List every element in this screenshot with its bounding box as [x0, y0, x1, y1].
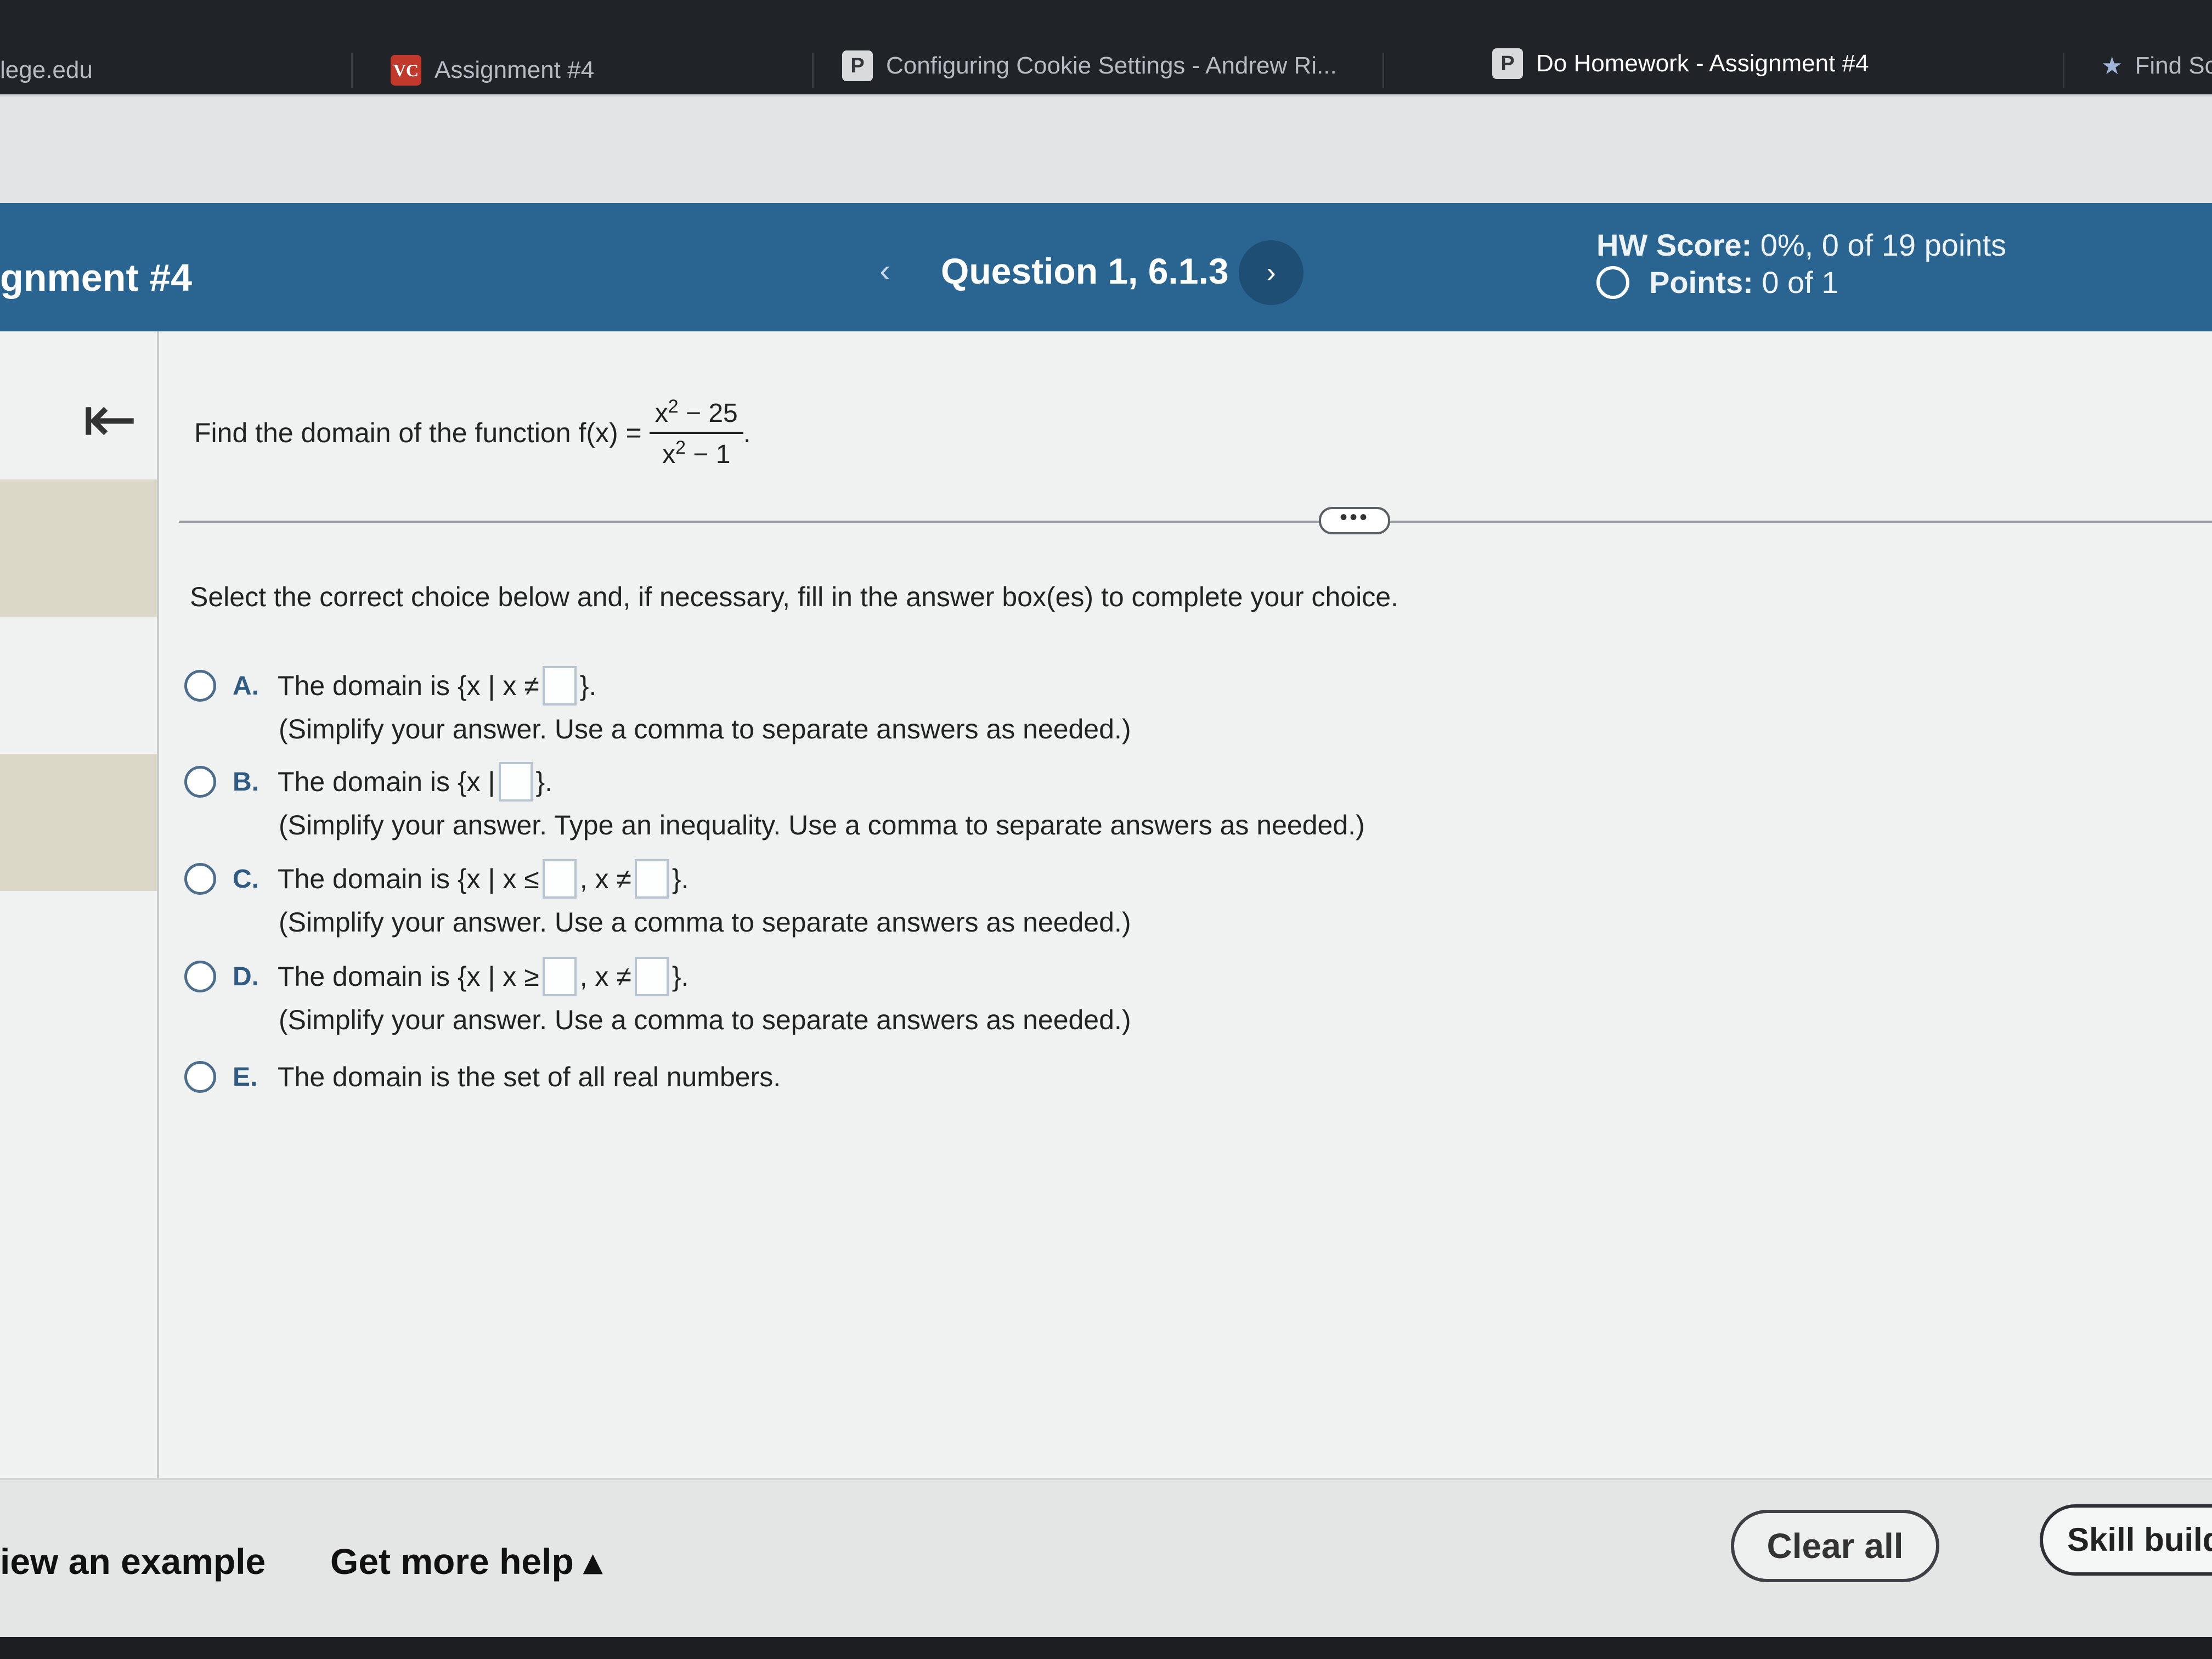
browser-tab-do-homework[interactable]: P Do Homework - Assignment #4 [1492, 36, 1869, 91]
set-notation-mid: , x ≠ [579, 961, 631, 992]
radio-button-a[interactable] [184, 670, 216, 702]
screen-bezel [0, 1637, 2212, 1659]
get-more-help-button[interactable]: Get more help ▴ [330, 1541, 602, 1583]
side-tab [0, 754, 157, 891]
choice-hint: (Simplify your answer. Use a comma to se… [279, 1005, 1131, 1035]
choice-letter: C. [233, 864, 259, 894]
browser-tab-bar: lege.edu VC Assignment #4 P Configuring … [0, 0, 2212, 99]
choice-b[interactable]: B. The domain is {x | }. (Simplify your … [184, 762, 1365, 841]
vc-logo-icon: VC [391, 55, 421, 86]
answer-box[interactable] [634, 957, 669, 996]
choice-text: The domain is [278, 670, 450, 701]
prompt-text: Find the domain of the function f(x) = [194, 417, 642, 448]
assignment-header: gnment #4 ‹ Question 1, 6.1.3 › HW Score… [0, 203, 2212, 331]
prompt-period: . [743, 417, 751, 448]
radio-button-e[interactable] [184, 1061, 216, 1093]
collapse-panel-icon[interactable]: ⇤ [82, 386, 138, 452]
choice-c[interactable]: C. The domain is {x | x ≤ , x ≠ }. (Simp… [184, 859, 1131, 938]
hw-score-label: HW Score: [1596, 228, 1752, 262]
tab-label: lege.edu [0, 57, 93, 83]
answer-box[interactable] [542, 666, 577, 706]
hw-score: HW Score: 0%, 0 of 19 points [1596, 227, 2006, 263]
choice-text: The domain is the set of all real number… [278, 1062, 781, 1092]
function-fraction: x2 − 25 x2 − 1 [649, 396, 743, 470]
hw-score-value: 0%, 0 of 19 points [1760, 228, 2007, 262]
choice-text: The domain is [278, 766, 450, 797]
page-top-band [0, 94, 2212, 204]
set-notation-close: }. [535, 766, 553, 797]
next-question-button[interactable]: › [1239, 240, 1304, 305]
choice-letter: E. [233, 1062, 258, 1092]
section-divider [179, 521, 2212, 523]
tab-separator [351, 53, 353, 88]
side-tab [0, 479, 157, 617]
choice-text: The domain is [278, 864, 450, 894]
choice-letter: D. [233, 962, 259, 991]
tab-separator [812, 53, 814, 88]
tab-separator [1383, 53, 1384, 88]
choice-hint: (Simplify your answer. Use a comma to se… [279, 714, 1131, 744]
choice-d[interactable]: D. The domain is {x | x ≥ , x ≠ }. (Simp… [184, 957, 1131, 1036]
choice-e[interactable]: E. The domain is the set of all real num… [184, 1061, 781, 1093]
radio-button-b[interactable] [184, 766, 216, 798]
answer-box[interactable] [634, 859, 669, 899]
choice-text: The domain is [278, 961, 450, 992]
pearson-logo-icon: P [842, 50, 873, 81]
fraction-denominator: x2 − 1 [662, 437, 731, 469]
answer-box[interactable] [542, 957, 577, 996]
clear-all-button[interactable]: Clear all [1731, 1510, 1939, 1582]
points-label: Points: [1649, 265, 1753, 300]
question-panel: ⇤ Find the domain of the function f(x) =… [0, 331, 2212, 1483]
set-notation-close: }. [579, 670, 597, 701]
fraction-numerator: x2 − 25 [649, 396, 743, 434]
set-notation-close: }. [672, 864, 689, 894]
browser-tab-find[interactable]: ★ Find Sc [2101, 38, 2212, 93]
browser-tab-college[interactable]: lege.edu [0, 43, 93, 98]
question-prompt: Find the domain of the function f(x) = x… [194, 396, 751, 470]
set-notation-close: }. [672, 961, 689, 992]
radio-button-d[interactable] [184, 961, 216, 992]
tab-separator [2063, 53, 2064, 88]
browser-tab-cookie-settings[interactable]: P Configuring Cookie Settings - Andrew R… [842, 38, 1337, 93]
instruction-text: Select the correct choice below and, if … [190, 582, 1398, 612]
answer-box[interactable] [542, 859, 577, 899]
question-title: Question 1, 6.1.3 [941, 251, 1229, 291]
choice-hint: (Simplify your answer. Type an inequalit… [279, 810, 1365, 840]
answer-box[interactable] [498, 762, 533, 802]
browser-tab-assignment[interactable]: VC Assignment #4 [391, 43, 594, 98]
question-footer: iew an example Get more help ▴ Clear all… [0, 1478, 2212, 1637]
choice-a[interactable]: A. The domain is {x | x ≠ }. (Simplify y… [184, 666, 1131, 745]
pearson-logo-icon: P [1492, 48, 1523, 79]
set-notation-open: {x | [457, 766, 495, 797]
star-icon: ★ [2101, 52, 2123, 80]
more-options-button[interactable]: ••• [1319, 506, 1390, 534]
set-notation-open: {x | x ≥ [457, 961, 539, 992]
skill-builder-button[interactable]: Skill build [2040, 1504, 2212, 1576]
previous-question-button[interactable]: ‹ [859, 245, 911, 297]
tab-label: Assignment #4 [435, 57, 595, 83]
assignment-title: gnment #4 [0, 256, 193, 299]
points-value: 0 of 1 [1762, 265, 1839, 300]
tab-label: Do Homework - Assignment #4 [1536, 50, 1869, 77]
choice-hint: (Simplify your answer. Use a comma to se… [279, 907, 1131, 938]
choice-letter: A. [233, 671, 259, 701]
progress-circle-icon [1596, 266, 1629, 299]
view-example-link[interactable]: iew an example [0, 1541, 266, 1582]
set-notation-mid: , x ≠ [579, 864, 631, 894]
set-notation-open: {x | x ≤ [457, 864, 539, 894]
tab-label: Find Sc [2135, 52, 2212, 79]
sidebar-divider [157, 331, 159, 1483]
points-status: Points: 0 of 1 [1596, 264, 1838, 300]
radio-button-c[interactable] [184, 863, 216, 895]
choice-letter: B. [233, 767, 259, 797]
set-notation-open: {x | x ≠ [457, 670, 539, 701]
tab-label: Configuring Cookie Settings - Andrew Ri.… [886, 52, 1337, 79]
